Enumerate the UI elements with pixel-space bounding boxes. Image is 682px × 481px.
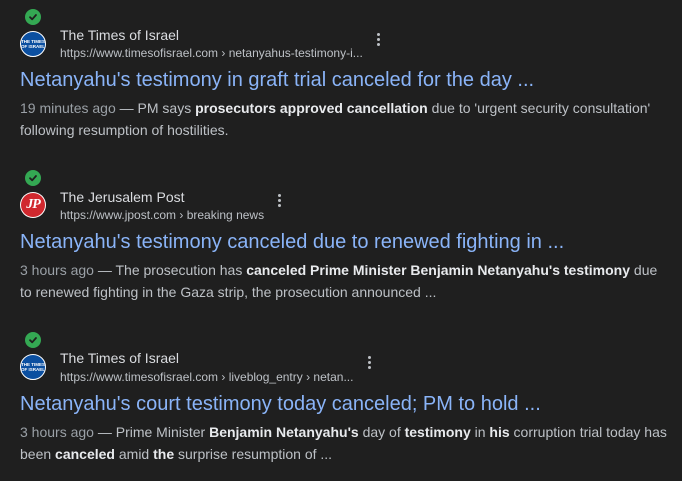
snippet-text: day of	[358, 424, 405, 440]
source-url[interactable]: https://www.timesofisrael.com › liveblog…	[60, 370, 353, 384]
date-separator: —	[115, 100, 138, 116]
result-title-link[interactable]: Netanyahu's testimony canceled due to re…	[20, 231, 564, 254]
result-date: 3 hours ago	[20, 262, 94, 278]
date-separator: —	[93, 424, 116, 440]
source-url[interactable]: https://www.jpost.com › breaking news	[60, 208, 264, 222]
favicon-text: THE TIMES OF ISRAEL	[21, 362, 46, 372]
snippet-text: PM says	[137, 100, 196, 116]
snippet-highlight: the	[153, 446, 175, 462]
snippet-text: Prime Minister	[115, 424, 210, 440]
snippet-highlight: canceled Prime Minister Benjamin Netanya…	[246, 262, 631, 278]
favicon-text: JP	[21, 193, 45, 217]
more-options-icon[interactable]	[373, 31, 383, 47]
snippet-text: amid	[114, 446, 154, 462]
snippet-highlight: prosecutors approved cancellation	[195, 100, 428, 116]
favicon-text: THE TIMES OF ISRAEL	[21, 39, 46, 49]
more-options-icon[interactable]	[364, 354, 374, 370]
result-title-link[interactable]: Netanyahu's testimony in graft trial can…	[20, 69, 534, 92]
source-name[interactable]: The Times of Israel	[60, 350, 179, 366]
source-name[interactable]: The Jerusalem Post	[60, 189, 185, 205]
jerusalem-post-favicon-icon: JP	[20, 192, 46, 218]
snippet-highlight: Benjamin Netanyahu's	[209, 424, 359, 440]
result-date: 3 hours ago	[20, 424, 94, 440]
result-snippet: 3 hours ago — The prosecution has cancel…	[20, 259, 670, 303]
result-snippet: 19 minutes ago — PM says prosecutors app…	[20, 97, 670, 141]
snippet-text: surprise resumption of ...	[174, 446, 333, 462]
snippet-text: in	[470, 424, 490, 440]
snippet-text: The prosecution has	[115, 262, 247, 278]
date-separator: —	[93, 262, 116, 278]
snippet-highlight: testimony	[404, 424, 471, 440]
result-date: 19 minutes ago	[20, 100, 116, 116]
snippet-highlight: canceled	[55, 446, 115, 462]
more-options-icon[interactable]	[274, 192, 284, 208]
result-snippet: 3 hours ago — Prime Minister Benjamin Ne…	[20, 421, 670, 465]
verified-check-icon	[25, 332, 41, 348]
result-title-link[interactable]: Netanyahu's court testimony today cancel…	[20, 393, 541, 416]
verified-check-icon	[25, 170, 41, 186]
source-name[interactable]: The Times of Israel	[60, 27, 179, 43]
snippet-highlight: his	[489, 424, 510, 440]
times-of-israel-favicon-icon: THE TIMES OF ISRAEL	[20, 31, 46, 57]
verified-check-icon	[25, 9, 41, 25]
source-url[interactable]: https://www.timesofisrael.com › netanyah…	[60, 46, 363, 60]
times-of-israel-favicon-icon: THE TIMES OF ISRAEL	[20, 354, 46, 380]
